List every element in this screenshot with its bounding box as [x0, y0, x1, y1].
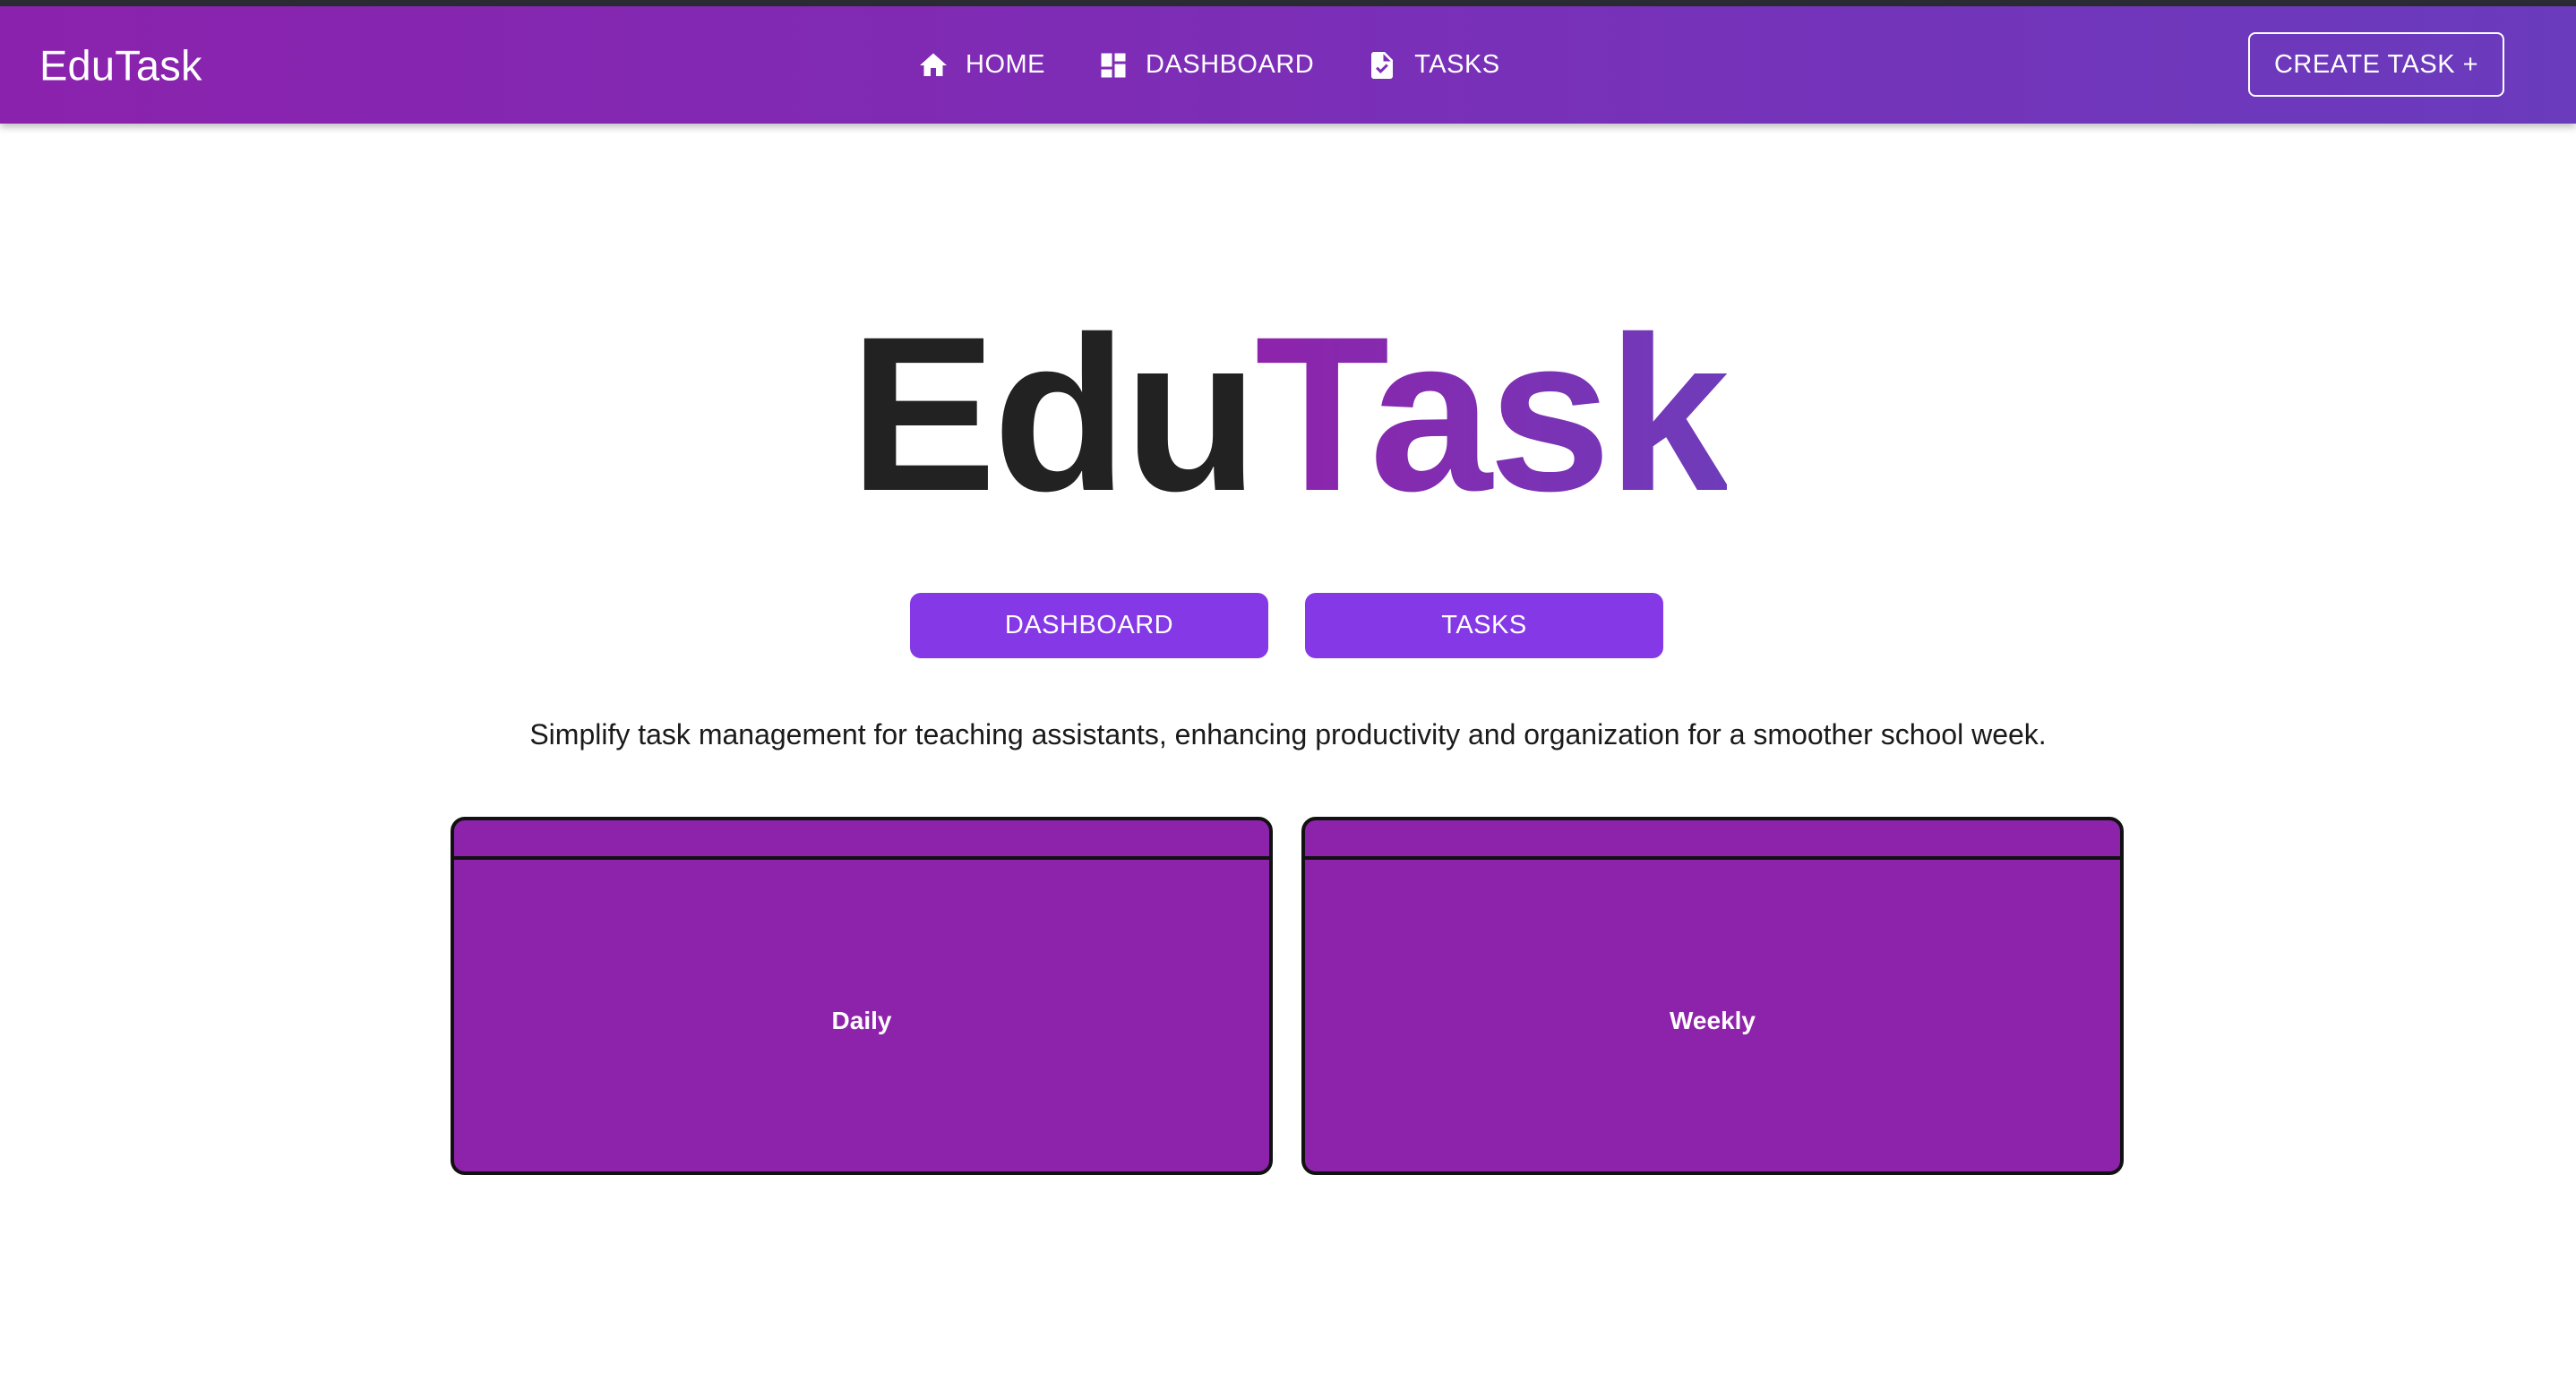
- create-task-button[interactable]: CREATE TASK +: [2248, 32, 2504, 97]
- hero-title: EduTask: [0, 303, 2576, 527]
- hero-buttons: DASHBOARD TASKS: [910, 593, 1700, 658]
- brand-logo[interactable]: EduTask: [39, 40, 202, 90]
- nav-link-dashboard-label: DASHBOARD: [1146, 50, 1315, 79]
- daily-card-label: Daily: [831, 1007, 892, 1034]
- tagline: Simplify task management for teaching as…: [529, 718, 2047, 751]
- home-icon: [917, 49, 949, 81]
- hero-title-task: Task: [1255, 291, 1730, 537]
- nav-link-home-label: HOME: [966, 50, 1045, 79]
- weekly-card-label: Weekly: [1670, 1007, 1756, 1034]
- daily-card[interactable]: Daily: [451, 817, 1273, 1175]
- window-top-border: [0, 0, 2576, 6]
- cards-row: Daily Weekly: [451, 817, 2152, 1175]
- nav-link-tasks[interactable]: TASKS: [1366, 39, 1499, 92]
- top-navbar: EduTask HOME DASHBOARD TASKS CREATE TASK…: [0, 6, 2576, 124]
- card-header: [1305, 820, 2120, 860]
- card-header: [454, 820, 1269, 860]
- nav-link-dashboard[interactable]: DASHBOARD: [1097, 39, 1314, 92]
- hero-title-edu: Edu: [849, 291, 1258, 537]
- nav-link-home[interactable]: HOME: [917, 39, 1045, 92]
- weekly-card[interactable]: Weekly: [1301, 817, 2124, 1175]
- nav-links: HOME DASHBOARD TASKS: [917, 6, 1552, 124]
- task-icon: [1366, 49, 1398, 81]
- nav-link-tasks-label: TASKS: [1414, 50, 1500, 79]
- dashboard-button[interactable]: DASHBOARD: [910, 593, 1268, 658]
- tasks-button[interactable]: TASKS: [1305, 593, 1663, 658]
- dashboard-icon: [1097, 49, 1129, 81]
